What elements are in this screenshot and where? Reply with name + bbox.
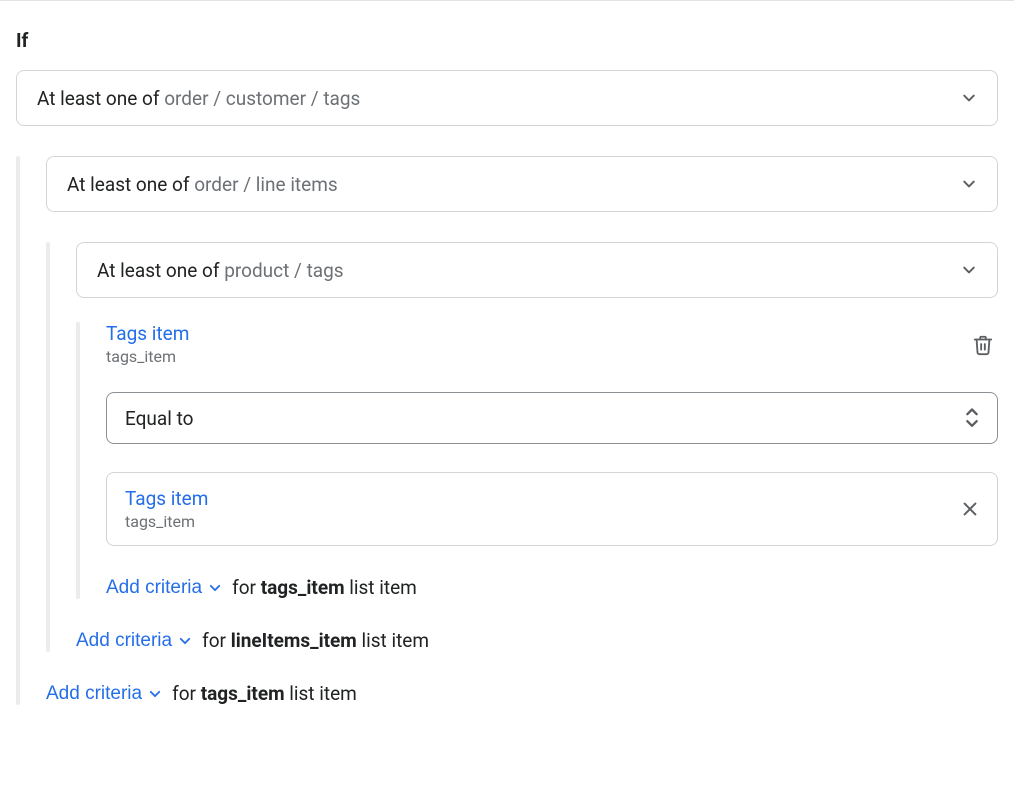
chevron-down-icon	[148, 687, 162, 701]
add-criteria-button-level1[interactable]: Add criteria	[46, 683, 162, 705]
indent-level2: At least one of product / tags Tags item…	[46, 242, 998, 652]
condition-row-level3[interactable]: At least one of product / tags	[76, 242, 998, 298]
criteria-field-link[interactable]: Tags item	[106, 322, 189, 345]
condition-row-level2-text: At least one of order / line items	[67, 173, 338, 196]
criteria-value-link[interactable]: Tags item	[125, 487, 208, 510]
clear-value-button[interactable]	[961, 500, 979, 518]
close-icon	[961, 500, 979, 518]
criteria-field-code: tags_item	[106, 347, 189, 366]
add-criteria-line-level2: Add criteria for lineItems_item list ite…	[76, 629, 998, 652]
chevron-down-icon	[961, 262, 977, 278]
criteria-block: Tags item tags_item	[76, 322, 998, 599]
add-criteria-for-level3: for tags_item list item	[232, 576, 417, 599]
chevron-down-icon	[178, 634, 192, 648]
add-criteria-for-level2: for lineItems_item list item	[202, 629, 429, 652]
add-criteria-button-level3[interactable]: Add criteria	[106, 577, 222, 599]
chevron-down-icon	[208, 581, 222, 595]
criteria-value-code: tags_item	[125, 512, 208, 531]
if-label: If	[16, 29, 998, 52]
condition-row-level1[interactable]: At least one of order / customer / tags	[16, 70, 998, 126]
operator-select[interactable]: Equal to	[106, 392, 998, 444]
condition-row-level1-text: At least one of order / customer / tags	[37, 87, 360, 110]
condition-row-level3-text: At least one of product / tags	[97, 259, 344, 282]
indent-level1: At least one of order / line items At le…	[16, 156, 998, 705]
add-criteria-line-level1: Add criteria for tags_item list item	[46, 682, 998, 705]
delete-criteria-button[interactable]	[972, 334, 994, 356]
add-criteria-button-level2[interactable]: Add criteria	[76, 630, 192, 652]
criteria-value-card[interactable]: Tags item tags_item	[106, 472, 998, 546]
select-stepper-icon	[965, 406, 979, 429]
condition-row-level2[interactable]: At least one of order / line items	[46, 156, 998, 212]
add-criteria-line-level3: Add criteria for tags_item list item	[106, 576, 998, 599]
operator-select-label: Equal to	[125, 407, 193, 430]
add-criteria-for-level1: for tags_item list item	[172, 682, 357, 705]
chevron-down-icon	[961, 90, 977, 106]
chevron-down-icon	[961, 176, 977, 192]
trash-icon	[972, 334, 994, 356]
